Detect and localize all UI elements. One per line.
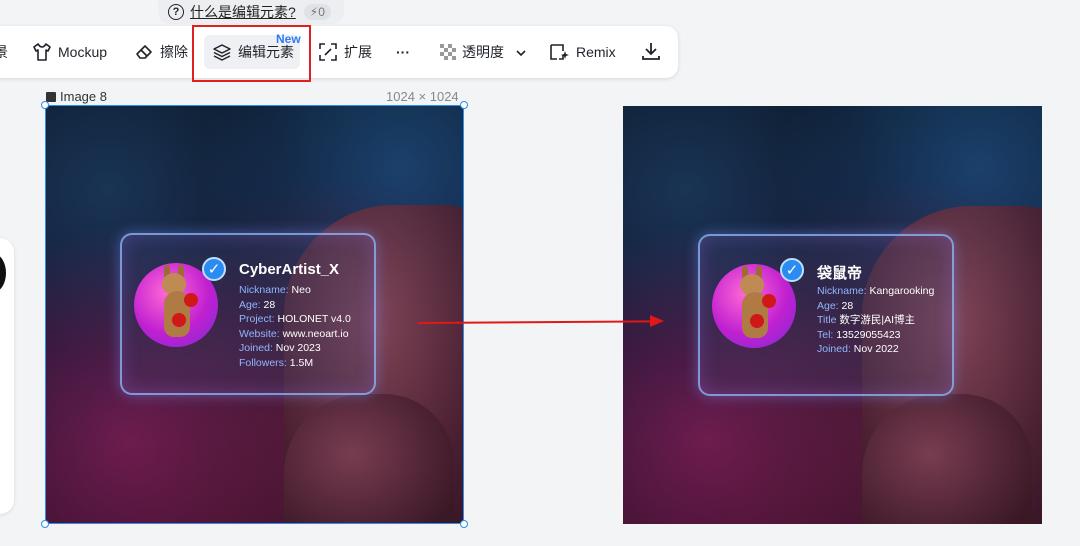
download-button[interactable] — [641, 26, 661, 78]
card-details: Nickname: Kangarooking Age: 28 Title 数字游… — [817, 284, 934, 357]
mockup-button[interactable]: Mockup — [32, 26, 107, 78]
credits-count: 0 — [318, 5, 325, 19]
checkerboard-icon — [440, 44, 456, 60]
arrow-line — [417, 320, 655, 324]
chevron-down-icon — [516, 44, 526, 60]
image-name-label[interactable]: Image 8 — [46, 89, 107, 104]
mockup-label: Mockup — [58, 44, 108, 60]
erase-button[interactable]: 擦除 — [134, 26, 188, 78]
expand-button[interactable]: 扩展 — [318, 26, 372, 78]
transparency-label: 透明度 — [462, 44, 504, 60]
verified-badge-icon: ✓ — [780, 258, 804, 282]
arrow-head-icon — [650, 315, 664, 327]
card-line: Age: 28 — [817, 299, 854, 312]
more-icon: ··· — [396, 44, 410, 60]
image-name: Image 8 — [60, 89, 107, 104]
card-line: Tel: 13529055423 — [817, 328, 901, 341]
remix-label: Remix — [576, 44, 616, 60]
selection-frame — [45, 105, 464, 524]
card-line: Title 数字游民|AI博主 — [817, 314, 916, 327]
expand-label: 扩展 — [344, 44, 372, 60]
download-icon — [641, 41, 661, 64]
toolbar-partial-label: 景 — [0, 44, 8, 60]
question-icon: ? — [168, 4, 184, 20]
lightning-icon: ⚡ — [309, 5, 319, 19]
card-title: 袋鼠帝 — [817, 265, 863, 282]
credits-badge: ⚡0 — [303, 4, 331, 20]
resize-handle-top-right[interactable] — [460, 101, 468, 109]
help-pill[interactable]: ? 什么是编辑元素? ⚡0 — [158, 0, 344, 24]
tshirt-icon — [32, 43, 52, 61]
toolbar-item-partial[interactable]: 景 — [0, 26, 8, 78]
image-toolbar: 景 Mockup 擦除 编辑元素 New 扩展 ··· 透明度 Remix — [0, 26, 678, 78]
image-size-label: 1024 × 1024 — [386, 89, 459, 104]
resize-handle-bottom-right[interactable] — [460, 520, 468, 528]
card-line: Nickname: Kangarooking — [817, 285, 935, 297]
resize-handle-top-left[interactable] — [41, 101, 49, 109]
image-icon — [46, 91, 56, 102]
transparency-button[interactable]: 透明度 — [440, 26, 526, 78]
expand-icon — [318, 42, 338, 62]
annotation-highlight-box — [192, 25, 311, 82]
profile-card: ✓ 袋鼠帝 Nickname: Kangarooking Age: 28 Tit… — [698, 234, 954, 396]
card-line: Joined: Nov 2022 — [817, 343, 899, 356]
remix-icon — [548, 42, 570, 62]
eraser-icon — [134, 43, 154, 61]
edited-image[interactable]: ✓ 袋鼠帝 Nickname: Kangarooking Age: 28 Tit… — [623, 106, 1042, 524]
resize-handle-bottom-left[interactable] — [41, 520, 49, 528]
remix-button[interactable]: Remix — [548, 26, 616, 78]
help-link[interactable]: 什么是编辑元素? — [190, 2, 296, 22]
more-button[interactable]: ··· — [396, 26, 410, 78]
erase-label: 擦除 — [160, 44, 188, 60]
